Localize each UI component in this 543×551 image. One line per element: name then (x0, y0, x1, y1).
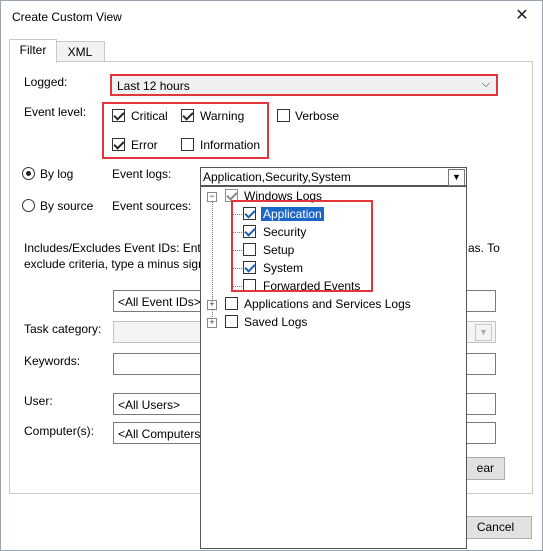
by-log-radio[interactable] (22, 167, 35, 180)
event-logs-combo[interactable]: Application,Security,System ▼ (200, 167, 467, 186)
computer-value: <All Computers (118, 427, 201, 441)
information-checkbox[interactable] (181, 138, 194, 151)
event-logs-label: Event logs: (112, 167, 172, 181)
logged-value: Last 12 hours (117, 79, 190, 93)
chevron-down-icon[interactable]: ▼ (448, 169, 465, 186)
warning-label: Warning (200, 109, 245, 123)
warning-checkbox[interactable] (181, 109, 194, 122)
create-custom-view-dialog: Create Custom View ✕ Filter XML Logged: … (0, 0, 543, 551)
keywords-label: Keywords: (24, 354, 81, 368)
by-source-radio[interactable] (22, 199, 35, 212)
expand-icon[interactable]: + (207, 318, 217, 328)
collapse-icon[interactable]: − (207, 192, 217, 202)
event-level-label: Event level: (24, 105, 87, 119)
chevron-down-icon: ▼ (475, 324, 492, 341)
exclude-text: exclude criteria, type a minus sign (24, 257, 205, 271)
computer-label: Computer(s): (24, 424, 95, 438)
includes-text-right: as. To (468, 241, 500, 255)
cancel-label: Cancel (476, 520, 515, 534)
critical-label: Critical (131, 109, 168, 123)
applications-services-checkbox[interactable] (225, 297, 238, 310)
error-label: Error (131, 138, 158, 152)
child-logs-highlight (231, 200, 373, 292)
tab-xml-label: XML (67, 45, 93, 59)
applications-services-label: Applications and Services Logs (244, 297, 411, 311)
critical-checkbox[interactable] (112, 109, 125, 122)
error-checkbox[interactable] (112, 138, 125, 151)
cancel-button[interactable]: Cancel (459, 516, 532, 539)
logged-label: Logged: (24, 75, 68, 89)
information-label: Information (200, 138, 261, 152)
saved-logs-label: Saved Logs (244, 315, 308, 329)
event-ids-placeholder: <All Event IDs> (118, 295, 201, 309)
user-label: User: (24, 394, 53, 408)
chevron-down-icon: ⌵ (481, 78, 490, 90)
logged-select[interactable]: Last 12 hours ⌵ (110, 74, 498, 96)
event-sources-label: Event sources: (112, 199, 192, 213)
window-title: Create Custom View (12, 10, 122, 24)
user-value: <All Users> (118, 398, 181, 412)
expand-icon[interactable]: + (207, 300, 217, 310)
task-category-label: Task category: (24, 322, 102, 336)
title-bar: Create Custom View ✕ (1, 1, 542, 33)
tab-xml[interactable]: XML (55, 41, 105, 62)
verbose-checkbox[interactable] (277, 109, 290, 122)
tree-item-saved-logs[interactable]: + Saved Logs (201, 313, 461, 331)
includes-text: Includes/Excludes Event IDs: Enter (24, 241, 212, 255)
saved-logs-checkbox[interactable] (225, 315, 238, 328)
by-log-label: By log (40, 167, 74, 181)
tree-item-applications-services-logs[interactable]: + Applications and Services Logs (201, 295, 461, 313)
tab-filter-label: Filter (19, 43, 47, 57)
tab-filter[interactable]: Filter (9, 39, 57, 63)
by-source-label: By source (40, 199, 94, 213)
event-logs-value: Application,Security,System (203, 170, 351, 184)
close-icon[interactable]: ✕ (510, 5, 534, 27)
verbose-label: Verbose (295, 109, 340, 123)
clear-label: ear (476, 461, 494, 475)
